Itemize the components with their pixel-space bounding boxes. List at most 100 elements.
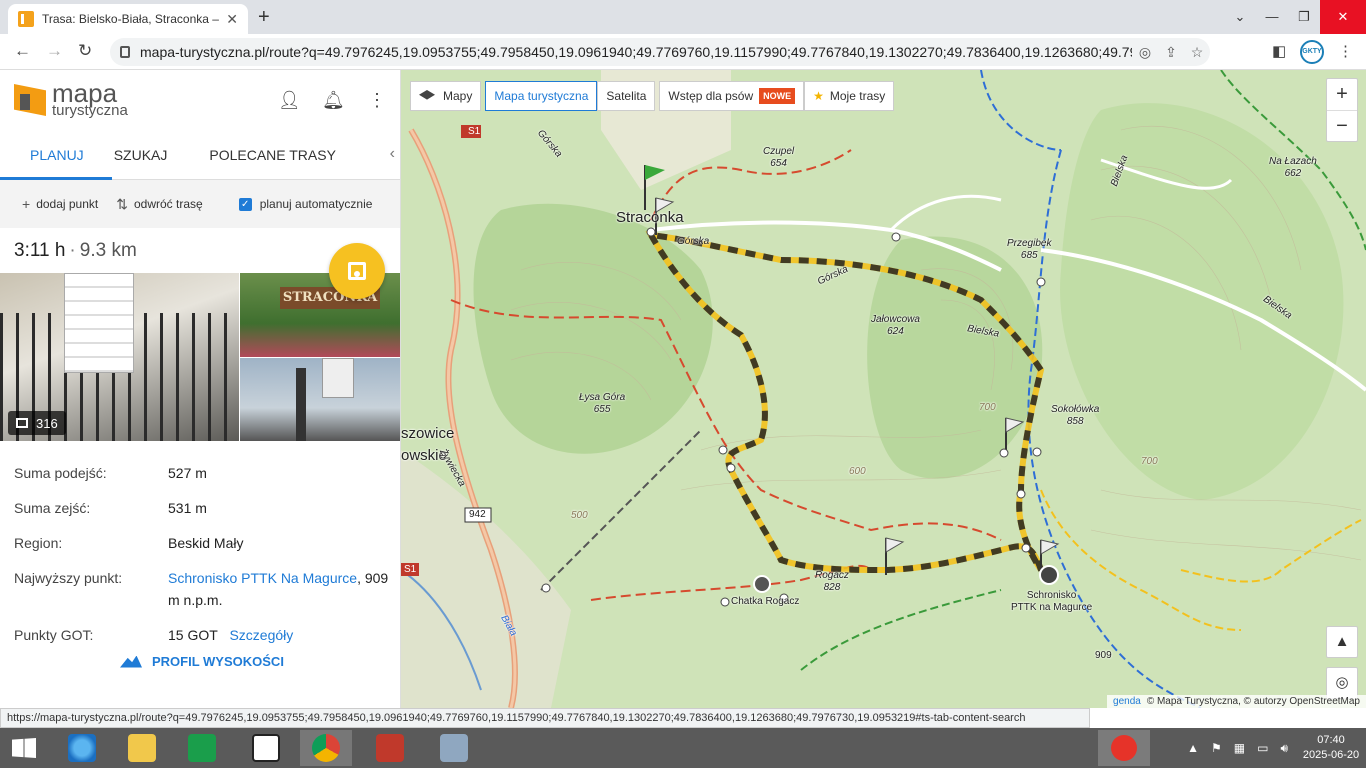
close-tab-icon[interactable]: ✕ [226, 11, 238, 28]
logo-mark-icon [14, 84, 46, 116]
bookmark-star-icon[interactable]: ☆ [1184, 44, 1210, 61]
taskbar-app[interactable] [364, 730, 416, 766]
add-point-button[interactable]: + dodaj punkt [22, 196, 98, 212]
photo-gallery[interactable]: STRACONKA 316 [0, 273, 400, 441]
tray-flag-icon[interactable]: ⚑ [1211, 741, 1222, 755]
peak-jalowcowa-label[interactable]: Jałowcowa 624 [871, 314, 920, 338]
red-app-icon [376, 734, 404, 762]
browser-tab-bar: Trasa: Bielsko-Biała, Straconka – B ✕ + … [0, 0, 1366, 34]
site-favicon-icon [18, 11, 34, 27]
my-routes-label: Moje trasy [829, 89, 886, 103]
zoom-out-button[interactable]: − [1327, 110, 1357, 141]
more-menu-icon[interactable]: ⋮ [368, 90, 386, 111]
notes-app-icon [440, 734, 468, 762]
close-window-icon[interactable]: ✕ [1320, 0, 1366, 34]
back-icon[interactable]: ← [14, 41, 31, 61]
taskbar-store[interactable] [176, 730, 228, 766]
shelter-name-line1: Schronisko [1026, 590, 1077, 601]
peak-czupel-name: Czupel [763, 146, 795, 157]
tab-planuj[interactable]: PLANUJ [0, 130, 112, 180]
save-route-button[interactable] [329, 243, 385, 299]
browser-tab[interactable]: Trasa: Bielsko-Biała, Straconka – B ✕ [8, 4, 248, 34]
user-icon[interactable]: 👤︎ [278, 90, 301, 111]
windows-start-icon[interactable] [12, 738, 36, 758]
address-url[interactable]: mapa-turystyczna.pl/route?q=49.7976245,1… [140, 44, 1132, 60]
peak-czupel-label[interactable]: Czupel 654 [763, 146, 794, 170]
taskbar-chrome[interactable] [300, 730, 352, 766]
tab-polecane-trasy[interactable]: POLECANE TRASY [199, 130, 336, 180]
maps-button[interactable]: Mapy [410, 81, 482, 111]
reverse-route-button[interactable]: ⇅ odwróć trasę [116, 196, 202, 213]
extension-icon[interactable]: GKTY [1300, 40, 1324, 64]
peak-link[interactable]: Schronisko PTTK Na Magurce [168, 570, 357, 586]
region-value: Beskid Mały [168, 535, 244, 551]
road-s1-label: S1 [468, 126, 481, 137]
checkbox-checked-icon[interactable]: ✓ [238, 197, 252, 211]
peak-sokolowka-label[interactable]: Sokołówka 858 [1051, 404, 1099, 428]
legend-link[interactable]: genda [1113, 696, 1141, 707]
tray-volume-icon[interactable]: 🔊︎ [1280, 741, 1288, 756]
place-na-lazach-label[interactable]: Na Łazach 662 [1269, 156, 1317, 180]
taskbar-explorer[interactable] [116, 730, 168, 766]
window-controls: ⌄ — ❐ ✕ [1224, 0, 1366, 34]
share-icon[interactable]: ⇪ [1158, 44, 1184, 61]
place-na-lazach-name: Na Łazach [1269, 156, 1317, 167]
shelter-magurka-label[interactable]: Schronisko PTTK na Magurce [1011, 590, 1092, 614]
dogs-allowed-button[interactable]: Wstęp dla psów NOWE [659, 81, 805, 111]
tray-monitor-icon[interactable]: ▭ [1257, 741, 1268, 755]
map-view[interactable]: S1 S1 942 Górska Straconka Górska Górska… [401, 70, 1366, 708]
peak-sokolowka-name: Sokołówka [1051, 404, 1100, 415]
pass-przegibek-height: 685 [1020, 250, 1038, 261]
clock-time: 07:40 [1317, 734, 1345, 746]
minimize-icon[interactable]: — [1256, 0, 1288, 34]
pass-przegibek-label[interactable]: Przegibek 685 [1007, 238, 1051, 262]
tourist-map-button[interactable]: Mapa turystyczna [485, 81, 598, 111]
elevation-profile-button[interactable]: PROFIL WYSOKOŚCI [120, 654, 284, 669]
terrain-toggle-icon[interactable]: ▲ [1326, 626, 1358, 658]
descent-label: Suma zejść: [14, 500, 91, 516]
hut-icon[interactable] [753, 575, 771, 593]
shelter-icon[interactable] [1039, 565, 1059, 585]
satellite-button[interactable]: Satelita [597, 81, 656, 111]
taskbar-amazon[interactable] [240, 730, 292, 766]
got-details-link[interactable]: Szczegóły [229, 627, 293, 643]
street-gorska-label-2: Górska [677, 236, 710, 247]
peak-rogacz-label[interactable]: Rogacz 828 [815, 570, 849, 594]
maximize-icon[interactable]: ❐ [1288, 0, 1320, 34]
place-straconka-label[interactable]: Straconka [616, 210, 684, 225]
route-time: 3:11 h [14, 240, 66, 261]
bell-icon[interactable]: 🔔︎ [322, 90, 345, 111]
site-logo[interactable]: mapa turystyczna [14, 80, 128, 118]
browser-menu-icon[interactable]: ⋮ [1338, 42, 1353, 60]
google-lens-icon[interactable]: ◎ [1132, 44, 1158, 61]
chatka-rogacz-label[interactable]: Chatka Rogacz [731, 596, 799, 608]
new-tab-icon[interactable]: + [258, 6, 270, 29]
tab-search-icon[interactable]: ⌄ [1224, 0, 1256, 34]
auto-plan-checkbox[interactable]: ✓ planuj automatycznie [238, 197, 372, 211]
tab-szukaj[interactable]: SZUKAJ [112, 130, 200, 180]
my-routes-button[interactable]: ★ Moje trasy [804, 81, 895, 111]
collapse-sidebar-icon[interactable]: ‹ [390, 145, 395, 163]
taskbar-notes[interactable] [428, 730, 480, 766]
zoom-in-button[interactable]: + [1327, 79, 1357, 110]
dogs-allowed-label: Wstęp dla psów [668, 89, 754, 103]
photo-church-tower[interactable] [240, 358, 400, 441]
maps-label: Mapy [443, 89, 473, 103]
place-na-lazach-height: 662 [1284, 168, 1302, 179]
forward-icon[interactable]: → [46, 41, 63, 61]
peak-lysa-gora-label[interactable]: Łysa Góra 655 [579, 392, 625, 416]
tray-huawei-app[interactable] [1098, 730, 1150, 766]
map-canvas[interactable] [401, 70, 1366, 708]
side-panel-icon[interactable]: ◧ [1272, 42, 1286, 60]
address-bar[interactable]: mapa-turystyczna.pl/route?q=49.7976245,1… [110, 38, 1210, 66]
tray-expand-icon[interactable]: ▲ [1187, 741, 1199, 755]
reload-icon[interactable]: ↻ [78, 41, 92, 61]
photo-count-badge[interactable]: 316 [8, 411, 66, 435]
taskbar-clock[interactable]: 07:40 2025-06-20 [1302, 733, 1360, 763]
tray-network-icon[interactable]: ▦ [1234, 741, 1245, 755]
trail-signpost-graphic [64, 273, 134, 373]
taskbar-ie[interactable] [56, 730, 108, 766]
attribution-text: © Mapa Turystyczna, © autorzy OpenStreet… [1146, 696, 1360, 707]
reverse-route-label: odwróć trasę [133, 197, 203, 211]
sidebar-tabs: PLANUJ SZUKAJ POLECANE TRASY ‹ [0, 130, 400, 180]
